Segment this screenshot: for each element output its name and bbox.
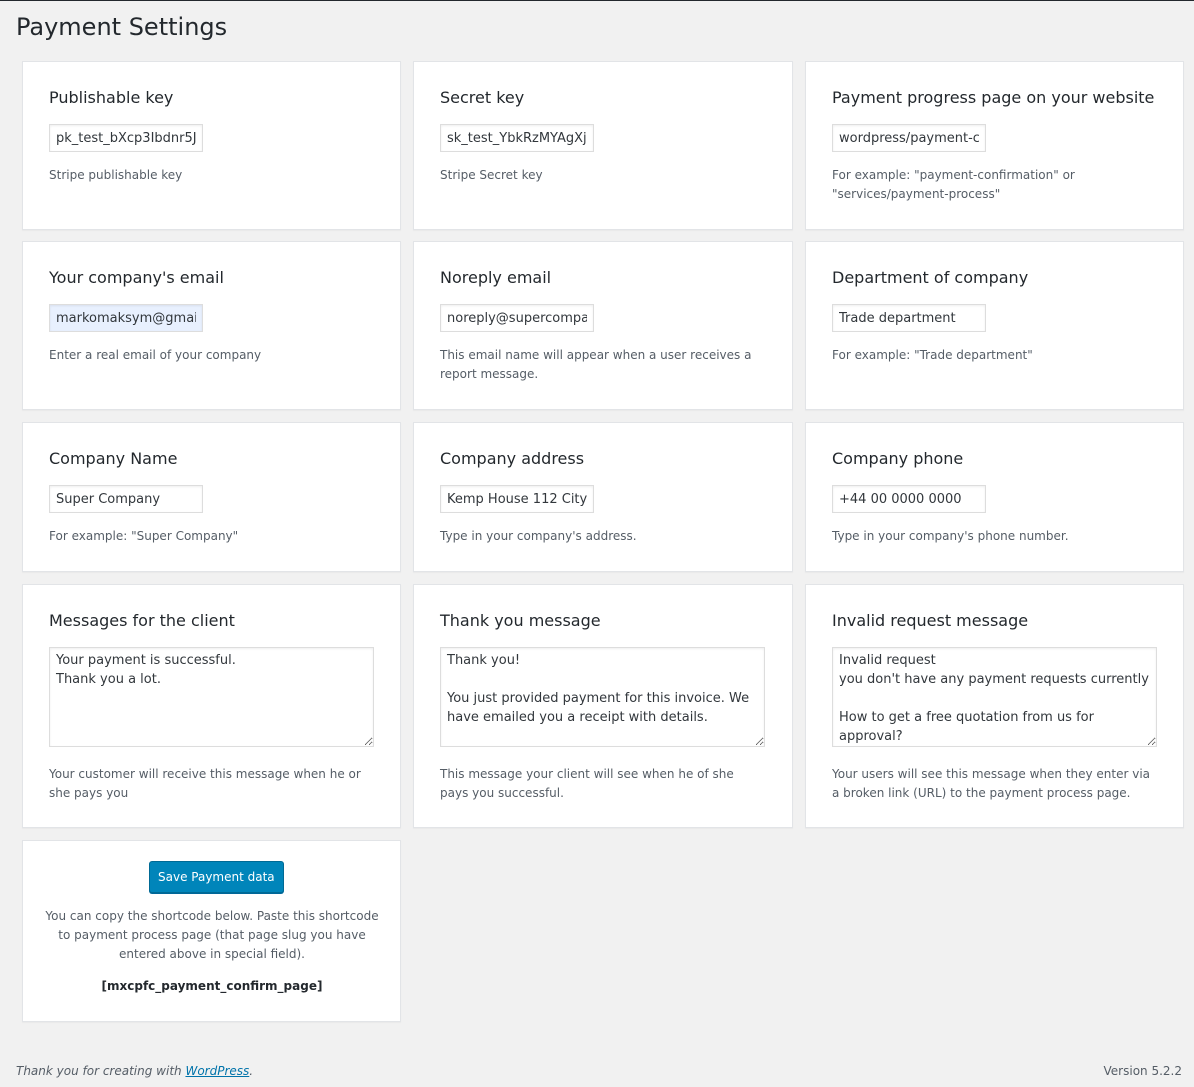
company-phone-input[interactable] [832, 485, 986, 513]
publishable-key-input[interactable] [49, 124, 203, 152]
shortcode-info: You can copy the shortcode below. Paste … [45, 909, 379, 961]
invalid-message-textarea[interactable]: Invalid request you don't have any payme… [832, 647, 1157, 747]
thank-you-message-card: Thank you message Thank you! You just pr… [413, 584, 793, 828]
thank-you-message-desc: This message your client will see when h… [440, 767, 734, 800]
save-card: Save Payment data You can copy the short… [22, 840, 401, 1022]
footer-version: Version 5.2.2 [1103, 1064, 1182, 1078]
client-message-card: Messages for the client Your payment is … [22, 584, 401, 828]
client-message-desc: Your customer will receive this message … [49, 767, 361, 800]
progress-page-label: Payment progress page on your website [832, 88, 1155, 107]
thank-you-message-textarea[interactable]: Thank you! You just provided payment for… [440, 647, 765, 747]
invalid-message-desc: Your users will see this message when th… [832, 767, 1151, 800]
client-message-label: Messages for the client [49, 611, 235, 630]
company-name-label: Company Name [49, 449, 178, 468]
footer-thanks-suffix: . [249, 1064, 254, 1078]
invalid-message-card: Invalid request message Invalid request … [805, 584, 1184, 828]
invalid-message-label: Invalid request message [832, 611, 1029, 630]
noreply-email-label: Noreply email [440, 268, 552, 287]
department-input[interactable] [832, 304, 986, 332]
company-email-desc: Enter a real email of your company [49, 348, 262, 362]
company-phone-label: Company phone [832, 449, 964, 468]
secret-key-card: Secret key Stripe Secret key [413, 61, 793, 230]
noreply-email-desc: This email name will appear when a user … [440, 348, 752, 381]
department-label: Department of company [832, 268, 1029, 287]
noreply-email-input[interactable] [440, 304, 594, 332]
company-address-desc: Type in your company's address. [440, 529, 637, 543]
company-address-input[interactable] [440, 485, 594, 513]
secret-key-input[interactable] [440, 124, 594, 152]
progress-page-input[interactable] [832, 124, 986, 152]
company-name-input[interactable] [49, 485, 203, 513]
shortcode-text: [mxcpfc_payment_confirm_page] [101, 979, 323, 993]
publishable-key-label: Publishable key [49, 88, 174, 107]
company-email-card: Your company's email Enter a real email … [22, 241, 401, 410]
wordpress-link[interactable]: WordPress [185, 1064, 249, 1078]
publishable-key-desc: Stripe publishable key [49, 168, 183, 182]
save-payment-button[interactable]: Save Payment data [149, 861, 284, 893]
secret-key-label: Secret key [440, 88, 525, 107]
thank-you-message-label: Thank you message [440, 611, 601, 630]
company-phone-desc: Type in your company's phone number. [832, 529, 1069, 543]
department-desc: For example: "Trade department" [832, 348, 1033, 362]
company-name-desc: For example: "Super Company" [49, 529, 239, 543]
noreply-email-card: Noreply email This email name will appea… [413, 241, 793, 410]
company-address-card: Company address Type in your company's a… [413, 422, 793, 572]
publishable-key-card: Publishable key Stripe publishable key [22, 61, 401, 230]
department-card: Department of company For example: "Trad… [805, 241, 1184, 410]
footer-thanks: Thank you for creating with WordPress. [16, 1064, 253, 1078]
client-message-textarea[interactable]: Your payment is successful. Thank you a … [49, 647, 374, 747]
company-email-input[interactable] [49, 304, 203, 332]
page-title: Payment Settings [16, 13, 228, 41]
company-name-card: Company Name For example: "Super Company… [22, 422, 401, 572]
progress-page-desc: For example: "payment-confirmation" or "… [832, 168, 1075, 201]
company-address-label: Company address [440, 449, 585, 468]
progress-page-card: Payment progress page on your website Fo… [805, 61, 1184, 230]
secret-key-desc: Stripe Secret key [440, 168, 543, 182]
footer-thanks-prefix: Thank you for creating with [16, 1064, 186, 1078]
company-email-label: Your company's email [49, 268, 224, 287]
company-phone-card: Company phone Type in your company's pho… [805, 422, 1184, 572]
